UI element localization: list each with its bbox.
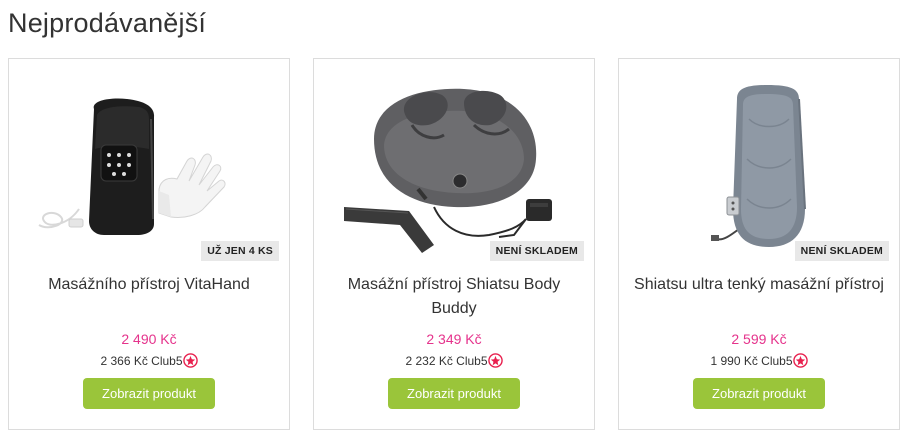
show-product-button[interactable]: Zobrazit produkt xyxy=(388,378,520,409)
stock-badge: NENÍ SKLADEM xyxy=(794,241,889,261)
club-price-text: 1 990 Kč Club5 xyxy=(710,354,793,368)
product-card[interactable]: NENÍ SKLADEM Masážní přístroj Shiatsu Bo… xyxy=(313,58,595,430)
stock-badge: UŽ JEN 4 KS xyxy=(201,241,279,261)
product-card[interactable]: UŽ JEN 4 KS Masážního přístroj VitaHand … xyxy=(8,58,290,430)
club5-icon xyxy=(792,353,808,368)
stock-badge: NENÍ SKLADEM xyxy=(489,241,584,261)
club-price-text: 2 366 Kč Club5 xyxy=(100,354,183,368)
product-title[interactable]: Shiatsu ultra tenký masážní přístroj xyxy=(629,273,889,297)
product-price: 2 599 Kč xyxy=(731,331,787,347)
seat-massager-image[interactable] xyxy=(619,59,899,265)
product-title[interactable]: Masážního přístroj VitaHand xyxy=(19,273,279,297)
section-title: Nejprodávanější xyxy=(8,8,207,38)
hand-massager-image[interactable] xyxy=(9,59,289,265)
product-card[interactable]: NENÍ SKLADEM Shiatsu ultra tenký masážní… xyxy=(618,58,900,430)
product-price: 2 349 Kč xyxy=(426,331,482,347)
club-price: 1 990 Kč Club5 xyxy=(619,353,899,368)
product-title[interactable]: Masážní přístroj Shiatsu Body Buddy xyxy=(324,273,584,321)
club-price: 2 366 Kč Club5 xyxy=(9,353,289,368)
product-price: 2 490 Kč xyxy=(121,331,177,347)
club-price-text: 2 232 Kč Club5 xyxy=(405,354,488,368)
show-product-button[interactable]: Zobrazit produkt xyxy=(693,378,825,409)
club-price: 2 232 Kč Club5 xyxy=(314,353,594,368)
neck-massager-image[interactable] xyxy=(314,59,594,265)
show-product-button[interactable]: Zobrazit produkt xyxy=(83,378,215,409)
club5-icon xyxy=(182,353,198,368)
club5-icon xyxy=(487,353,503,368)
